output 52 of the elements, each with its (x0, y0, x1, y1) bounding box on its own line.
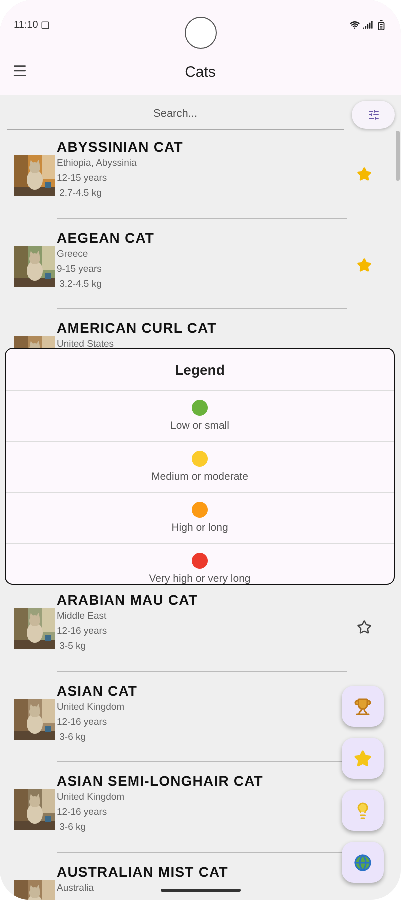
cat-weight: 3-6 kg (58, 821, 86, 836)
star-icon (354, 750, 372, 768)
idea-button[interactable] (342, 790, 384, 831)
scrollbar (396, 131, 400, 181)
cat-origin: United Kingdom (57, 700, 125, 715)
cat-weight: 2.7-4.5 kg (58, 187, 102, 201)
cat-name: ABYSSINIAN CAT (57, 139, 184, 155)
cat-name: ASIAN CAT (57, 682, 138, 699)
globe-icon (354, 854, 372, 872)
cat-origin: Middle East (57, 610, 107, 624)
star-icon (357, 620, 372, 636)
cat-name: AMERICAN CURL CAT (57, 320, 217, 336)
cat-lifespan: 12-16 years (57, 806, 108, 820)
notification-icon (41, 20, 50, 30)
cat-weight: 3-6 kg (58, 730, 86, 745)
search-field[interactable]: Search... (7, 99, 344, 130)
globe-button[interactable] (342, 842, 384, 883)
trophy-button[interactable] (342, 686, 384, 727)
cat-lifespan: 12-15 years (57, 172, 108, 186)
star-button[interactable] (342, 738, 384, 779)
cat-weight: 3-5 kg (58, 640, 86, 654)
legend-label: Very high or very long (149, 573, 251, 584)
cat-name: ASIAN SEMI-LONGHAIR CAT (57, 773, 264, 790)
signal-icon (363, 20, 373, 30)
battery-icon (376, 20, 387, 30)
legend-label: High or long (172, 522, 228, 534)
legend-title: Legend (6, 349, 394, 391)
app-title: Cats (185, 64, 216, 81)
menu-icon (12, 63, 28, 79)
legend-label: Medium or moderate (152, 471, 248, 483)
cat-name: AEGEAN CAT (57, 230, 155, 246)
status-time: 11:10 (14, 20, 38, 30)
star-icon (357, 167, 372, 182)
filter-icon (368, 108, 380, 120)
star-icon (357, 258, 372, 273)
cat-name: ARABIAN MAU CAT (57, 592, 198, 608)
filter-button[interactable] (352, 100, 395, 128)
cat-origin: United Kingdom (57, 791, 125, 806)
wifi-icon (350, 20, 360, 30)
cat-origin: Australia (57, 882, 94, 896)
cat-name: AUSTRALIAN MIST CAT (57, 864, 228, 880)
cat-origin: Ethiopia, Abyssinia (57, 157, 137, 171)
camera-cutout (185, 17, 217, 49)
favorite-button[interactable] (357, 620, 372, 636)
cat-lifespan: 12-16 years (57, 625, 108, 640)
cat-weight: 3.2-4.5 kg (58, 278, 102, 292)
legend-label: Low or small (170, 420, 230, 432)
cat-lifespan: 12-16 years (57, 716, 108, 730)
trophy-icon (354, 698, 372, 716)
menu-button[interactable] (12, 63, 28, 79)
cat-lifespan: 9-15 years (57, 262, 102, 277)
cat-origin: Greece (57, 248, 88, 262)
